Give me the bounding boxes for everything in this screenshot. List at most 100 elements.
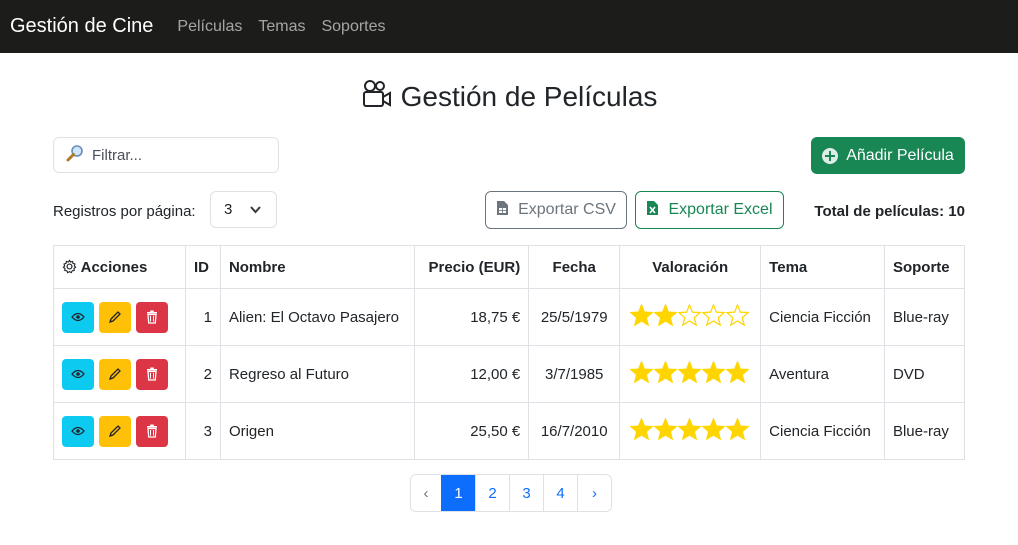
- star-filled-icon: [630, 304, 654, 326]
- header-valoracion[interactable]: Valoración: [619, 245, 762, 289]
- header-tema[interactable]: Tema: [760, 245, 885, 289]
- cell-id: 1: [184, 288, 221, 346]
- header-nombre[interactable]: Nombre: [219, 245, 416, 289]
- chevron-down-icon: [249, 203, 262, 220]
- table-row: 2 Regreso al Futuro 12,00 € 3/7/1985 Ave…: [53, 345, 966, 403]
- pagination-next[interactable]: ›: [577, 475, 611, 511]
- video-camera-icon: [361, 78, 401, 115]
- star-filled-icon: [654, 304, 678, 326]
- star-filled-icon: [726, 361, 750, 383]
- delete-button[interactable]: [136, 358, 168, 390]
- star-empty-icon: [678, 304, 702, 326]
- nav-link-temas[interactable]: Temas: [258, 18, 305, 36]
- excel-file-icon: [646, 200, 668, 221]
- export-excel-label: Exportar Excel: [668, 201, 773, 218]
- table-row: 3 Origen 25,50 € 16/7/2010 Ciencia Ficci…: [53, 402, 966, 460]
- eye-icon: [71, 426, 85, 436]
- cell-nombre: Origen: [219, 402, 416, 460]
- cell-id: 3: [184, 402, 221, 460]
- table-row: 1 Alien: El Octavo Pasajero 18,75 € 25/5…: [53, 288, 966, 346]
- cell-valoracion: [619, 345, 762, 403]
- view-button[interactable]: [62, 415, 94, 447]
- cell-soporte: Blue-ray: [883, 402, 966, 460]
- pagination: ‹ 1 2 3 4 ›: [410, 474, 612, 512]
- header-soporte[interactable]: Soporte: [883, 245, 966, 289]
- star-filled-icon: [702, 361, 726, 383]
- delete-button[interactable]: [136, 415, 168, 447]
- view-button[interactable]: [62, 358, 94, 390]
- pencil-icon: [108, 311, 121, 324]
- cell-tema: Ciencia Ficción: [760, 288, 885, 346]
- actions-cell: [53, 345, 186, 403]
- csv-file-icon: [496, 200, 518, 221]
- star-filled-icon: [630, 418, 654, 440]
- edit-button[interactable]: [99, 415, 131, 447]
- pagination-page-2[interactable]: 2: [475, 475, 509, 511]
- add-movie-label: Añadir Película: [846, 146, 954, 164]
- edit-button[interactable]: [99, 301, 131, 333]
- cell-valoracion: [619, 402, 762, 460]
- movies-table: Acciones ID Nombre Precio (EUR) Fecha Va…: [53, 245, 966, 460]
- cell-id: 2: [184, 345, 221, 403]
- navbar-brand[interactable]: Gestión de Cine: [10, 15, 153, 38]
- cell-fecha: 16/7/2010: [528, 402, 621, 460]
- trash-icon: [147, 424, 157, 438]
- header-fecha[interactable]: Fecha: [528, 245, 621, 289]
- pagination-page-3[interactable]: 3: [509, 475, 543, 511]
- delete-button[interactable]: [136, 301, 168, 333]
- records-per-page-select[interactable]: 3: [210, 191, 277, 228]
- cell-fecha: 25/5/1979: [528, 288, 621, 346]
- star-rating: [630, 361, 750, 383]
- trash-icon: [147, 367, 157, 381]
- actions-cell: [53, 402, 186, 460]
- add-movie-button[interactable]: Añadir Película: [811, 137, 965, 174]
- pagination-page-4[interactable]: 4: [543, 475, 577, 511]
- cell-soporte: DVD: [883, 345, 966, 403]
- gear-icon: [62, 258, 81, 276]
- header-id[interactable]: ID: [184, 245, 221, 289]
- cell-tema: Aventura: [760, 345, 885, 403]
- page-title: Gestión de Películas: [400, 80, 658, 112]
- star-filled-icon: [654, 418, 678, 440]
- pagination-prev[interactable]: ‹: [411, 475, 441, 511]
- star-filled-icon: [702, 418, 726, 440]
- pagination-page-1[interactable]: 1: [441, 475, 475, 511]
- records-per-page-label: Registros por página:: [53, 203, 196, 220]
- page-header: Gestión de Películas: [0, 78, 1018, 115]
- cell-precio: 18,75 €: [414, 288, 530, 346]
- header-acciones: Acciones: [53, 245, 186, 289]
- actions-cell: [53, 288, 186, 346]
- header-precio[interactable]: Precio (EUR): [414, 245, 530, 289]
- filter-input[interactable]: [90, 145, 274, 165]
- table-header-row: Acciones ID Nombre Precio (EUR) Fecha Va…: [53, 245, 966, 289]
- total-movies: Total de películas: 10: [814, 203, 965, 220]
- eye-icon: [71, 369, 85, 379]
- star-filled-icon: [678, 361, 702, 383]
- plus-circle-icon: [822, 147, 839, 164]
- cell-nombre: Alien: El Octavo Pasajero: [219, 288, 416, 346]
- cell-precio: 12,00 €: [414, 345, 530, 403]
- export-csv-button[interactable]: Exportar CSV: [485, 191, 627, 229]
- star-filled-icon: [630, 361, 654, 383]
- edit-button[interactable]: [99, 358, 131, 390]
- star-filled-icon: [654, 361, 678, 383]
- view-button[interactable]: [62, 301, 94, 333]
- eye-icon: [71, 312, 85, 322]
- cell-fecha: 3/7/1985: [528, 345, 621, 403]
- cell-tema: Ciencia Ficción: [760, 402, 885, 460]
- header-acciones-label: Acciones: [80, 258, 148, 276]
- nav-link-peliculas[interactable]: Películas: [177, 18, 242, 36]
- nav-link-soportes[interactable]: Soportes: [321, 18, 385, 36]
- navbar: Gestión de Cine Películas Temas Soportes: [0, 0, 1018, 53]
- export-csv-label: Exportar CSV: [518, 201, 616, 218]
- records-per-page-value: 3: [224, 201, 233, 218]
- cell-nombre: Regreso al Futuro: [219, 345, 416, 403]
- export-excel-button[interactable]: Exportar Excel: [635, 191, 784, 229]
- star-rating: [630, 418, 750, 440]
- star-filled-icon: [678, 418, 702, 440]
- pencil-icon: [108, 368, 121, 381]
- cell-valoracion: [619, 288, 762, 346]
- pencil-icon: [108, 425, 121, 438]
- cell-soporte: Blue-ray: [883, 288, 966, 346]
- trash-icon: [147, 310, 157, 324]
